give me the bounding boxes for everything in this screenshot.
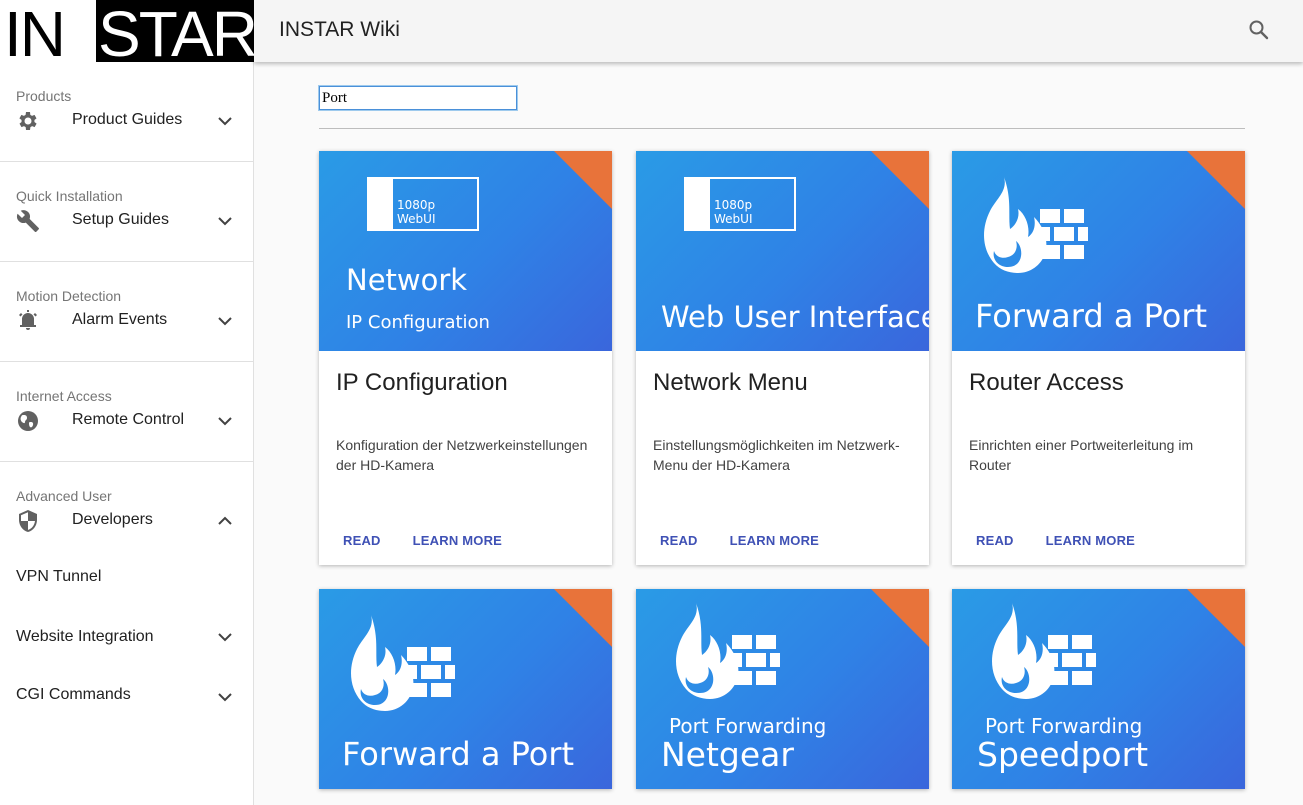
learn-more-button[interactable]: LEARN MORE xyxy=(397,529,518,552)
sidebar-item-product-guides[interactable]: Product Guides xyxy=(0,95,253,147)
wrench-icon xyxy=(16,209,40,233)
sidebar-subitem-label: CGI Commands xyxy=(16,686,131,703)
sidebar-item-setup-guides[interactable]: Setup Guides xyxy=(0,195,253,247)
card-description: Einrichten einer Portweiterleitung im Ro… xyxy=(969,437,1194,473)
firewall-flame-icon xyxy=(351,615,455,711)
sidebar-section-quick-installation: Quick Installation Setup Guides xyxy=(0,162,253,262)
chevron-down-icon[interactable] xyxy=(215,687,235,707)
search-input[interactable] xyxy=(318,85,518,111)
section-header: Motion Detection xyxy=(16,288,122,304)
firewall-flame-icon xyxy=(984,177,1088,273)
search-icon[interactable] xyxy=(1247,18,1271,42)
app-title[interactable]: INSTAR Wiki xyxy=(279,18,400,42)
app-bar: INSTAR Wiki xyxy=(254,0,1303,62)
card-image-title: Speedport xyxy=(977,735,1149,774)
section-header: Advanced User xyxy=(16,488,112,504)
chevron-down-icon[interactable] xyxy=(215,627,235,647)
webui-badge: 1080p WebUI xyxy=(684,177,796,231)
learn-more-button[interactable]: LEARN MORE xyxy=(1030,529,1151,552)
sidebar-section-motion-detection: Motion Detection Alarm Events xyxy=(0,262,253,362)
sidebar-section-products: Products Product Guides xyxy=(0,62,253,162)
chevron-down-icon[interactable] xyxy=(215,311,235,331)
chevron-down-icon[interactable] xyxy=(215,111,235,131)
logo-text-right: STAR xyxy=(96,0,254,62)
card-title: Network Menu xyxy=(653,369,808,396)
card-image-title: Netgear xyxy=(661,735,794,774)
sidebar-subitem-cgi-commands[interactable]: CGI Commands xyxy=(0,667,253,727)
card-image-title: Forward a Port xyxy=(342,735,575,773)
sidebar-item-remote-control[interactable]: Remote Control xyxy=(0,395,253,447)
card-image-title: Forward a Port xyxy=(975,297,1208,335)
card-title: Router Access xyxy=(969,369,1124,396)
card-image[interactable]: Port Forwarding Netgear xyxy=(636,589,929,789)
card-image-title: Network xyxy=(346,263,468,297)
webui-badge-text: 1080p WebUI xyxy=(397,198,436,226)
sidebar-section-advanced-user: Advanced User Developers VPN Tunnel Webs… xyxy=(0,462,253,727)
firewall-flame-icon xyxy=(992,603,1096,699)
article-card[interactable]: 1080p WebUI Network IP Configuration IP … xyxy=(319,151,612,565)
chevron-up-icon[interactable] xyxy=(215,511,235,531)
chevron-down-icon[interactable] xyxy=(215,211,235,231)
read-button[interactable]: READ xyxy=(644,529,714,552)
card-actions: READ LEARN MORE xyxy=(327,529,518,552)
sidebar-item-alarm-events[interactable]: Alarm Events xyxy=(0,295,253,347)
sidebar-item-label: Product Guides xyxy=(72,111,183,128)
read-button[interactable]: READ xyxy=(960,529,1030,552)
corner-ribbon xyxy=(871,151,929,209)
sidebar-subitem-website-integration[interactable]: Website Integration xyxy=(0,607,253,667)
firewall-flame-icon xyxy=(676,603,780,699)
main-content: 1080p WebUI Network IP Configuration IP … xyxy=(254,62,1303,805)
webui-badge: 1080p WebUI xyxy=(367,177,479,231)
read-button[interactable]: READ xyxy=(327,529,397,552)
sidebar-subitem-label: Website Integration xyxy=(16,628,154,645)
webui-badge-text: 1080p WebUI xyxy=(714,198,753,226)
card-image[interactable]: Port Forwarding Speedport xyxy=(952,589,1245,789)
card-image[interactable]: 1080p WebUI Network IP Configuration xyxy=(319,151,612,351)
sidebar-subitem-label: VPN Tunnel xyxy=(16,568,102,585)
card-body: Router Access Einrichten einer Portweite… xyxy=(952,351,1245,565)
section-header: Quick Installation xyxy=(16,188,123,204)
logo-text-left: IN xyxy=(0,0,96,62)
card-body: Network Menu Einstellungsmöglichkeiten i… xyxy=(636,351,929,565)
article-card[interactable]: 1080p WebUI Web User Interface Network M… xyxy=(636,151,929,565)
divider xyxy=(319,128,1245,129)
shield-icon xyxy=(16,509,40,533)
instar-logo[interactable]: IN STAR xyxy=(0,0,254,62)
article-card[interactable]: Port Forwarding Speedport xyxy=(952,589,1245,789)
corner-ribbon xyxy=(871,589,929,647)
learn-more-button[interactable]: LEARN MORE xyxy=(714,529,835,552)
card-image[interactable]: 1080p WebUI Web User Interface xyxy=(636,151,929,351)
corner-ribbon xyxy=(554,151,612,209)
article-card[interactable]: Forward a Port Router Access Einrichten … xyxy=(952,151,1245,565)
corner-ribbon xyxy=(554,589,612,647)
card-description: Einstellungsmöglichkeiten im Netzwerk-Me… xyxy=(653,437,900,473)
sidebar-item-label: Alarm Events xyxy=(72,311,168,328)
alarm-icon xyxy=(16,309,40,333)
sidebar: Products Product Guides Quick Installati… xyxy=(0,62,254,805)
sidebar-item-label: Remote Control xyxy=(72,411,185,428)
card-actions: READ LEARN MORE xyxy=(960,529,1151,552)
card-actions: READ LEARN MORE xyxy=(644,529,835,552)
globe-icon xyxy=(16,409,40,433)
chevron-down-icon[interactable] xyxy=(215,411,235,431)
sidebar-item-developers[interactable]: Developers xyxy=(0,495,253,547)
sidebar-item-label: Setup Guides xyxy=(72,211,169,228)
card-image[interactable]: Forward a Port xyxy=(952,151,1245,351)
sidebar-section-internet-access: Internet Access Remote Control xyxy=(0,362,253,462)
corner-ribbon xyxy=(1187,151,1245,209)
article-card[interactable]: Port Forwarding Netgear xyxy=(636,589,929,789)
article-card[interactable]: Forward a Port xyxy=(319,589,612,789)
gear-icon xyxy=(16,109,40,133)
card-image-title: Web User Interface xyxy=(661,300,929,334)
sidebar-item-label: Developers xyxy=(72,511,153,528)
card-title: IP Configuration xyxy=(336,369,508,396)
card-description: Konfiguration der Netzwerkeinstellungen … xyxy=(336,437,588,473)
card-body: IP Configuration Konfiguration der Netzw… xyxy=(319,351,612,565)
section-header: Internet Access xyxy=(16,388,112,404)
card-image-subtitle: IP Configuration xyxy=(346,312,490,333)
card-image[interactable]: Forward a Port xyxy=(319,589,612,789)
sidebar-subitem-vpn-tunnel[interactable]: VPN Tunnel xyxy=(0,547,253,607)
corner-ribbon xyxy=(1187,589,1245,647)
section-header: Products xyxy=(16,88,72,104)
